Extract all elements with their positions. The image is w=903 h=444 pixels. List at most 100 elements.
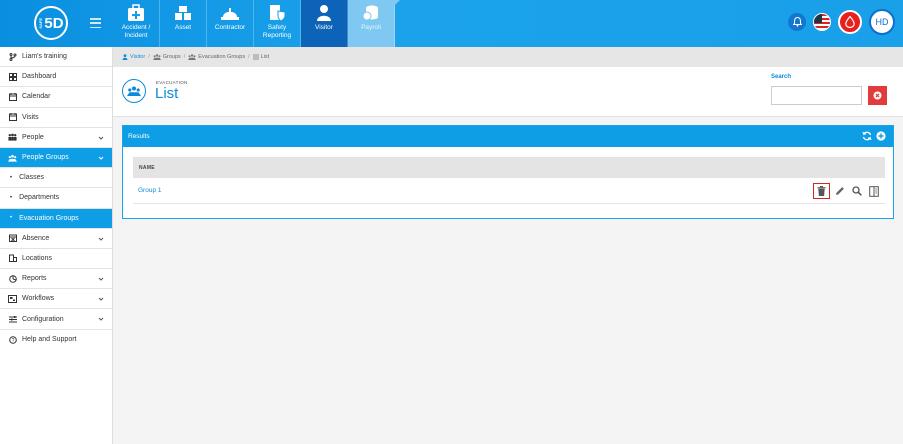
list-icon bbox=[252, 54, 259, 60]
chevron-down-icon bbox=[98, 156, 104, 160]
delete-button[interactable] bbox=[813, 183, 830, 199]
module-bar: Accident / Incident Asset Contractor Saf… bbox=[113, 0, 400, 47]
sidebar-item-label: Workflows bbox=[22, 295, 55, 303]
sidebar-item-label: Calendar bbox=[22, 93, 51, 101]
sliders-icon bbox=[8, 315, 17, 324]
drop-icon[interactable] bbox=[838, 10, 862, 34]
results-table: NAME Group 1 bbox=[133, 157, 885, 204]
close-circle-icon bbox=[873, 91, 882, 100]
coins-icon bbox=[362, 5, 378, 21]
column-header-name[interactable]: NAME bbox=[133, 157, 885, 178]
module-visitor[interactable]: Visitor bbox=[301, 0, 348, 47]
search-input[interactable] bbox=[771, 86, 862, 105]
module-label: Asset bbox=[174, 24, 192, 31]
sidebar-item-label: Configuration bbox=[22, 315, 64, 323]
app-logo[interactable]: SAFE 5D bbox=[34, 6, 68, 40]
sidebar-item-label: Liam's training bbox=[22, 53, 67, 61]
row-actions bbox=[813, 183, 881, 199]
people-group-icon bbox=[122, 79, 146, 103]
calendar-icon bbox=[8, 92, 17, 101]
group-link[interactable]: Group 1 bbox=[138, 187, 162, 194]
sidebar-item-people-groups[interactable]: People Groups bbox=[0, 147, 112, 169]
logo-small-text: SAFE bbox=[38, 17, 44, 29]
page-header: EVACUATION List Search bbox=[113, 67, 903, 117]
sidebar-item-absence[interactable]: Absence bbox=[0, 229, 112, 249]
calendar-x-icon bbox=[8, 234, 17, 243]
avatar[interactable]: HD bbox=[869, 9, 895, 35]
us-flag-icon[interactable] bbox=[813, 13, 831, 31]
menu-toggle-icon[interactable] bbox=[90, 18, 101, 28]
sidebar-item-visits[interactable]: Visits bbox=[0, 108, 112, 128]
edit-button[interactable] bbox=[833, 184, 847, 198]
module-label: Accident / Incident bbox=[121, 24, 151, 39]
breadcrumb-evacuation-groups[interactable]: Evacuation Groups bbox=[198, 54, 245, 60]
hard-hat-icon bbox=[221, 8, 239, 20]
sidebar-item-label: Visits bbox=[22, 113, 39, 121]
add-icon[interactable] bbox=[876, 131, 886, 141]
sidebar-item-help-and-support[interactable]: ? Help and Support bbox=[0, 330, 112, 350]
dashboard-icon bbox=[8, 72, 17, 81]
sidebar-item-liams-training[interactable]: Liam's training bbox=[0, 47, 112, 68]
sidebar-item-dashboard[interactable]: Dashboard bbox=[0, 67, 112, 88]
breadcrumb-separator: / bbox=[183, 54, 186, 60]
breadcrumb-list: List bbox=[260, 54, 270, 60]
first-aid-kit-icon bbox=[128, 4, 144, 21]
pencil-icon bbox=[836, 187, 844, 195]
sidebar-item-label: Classes bbox=[19, 174, 45, 182]
module-label: Payroll bbox=[361, 24, 381, 31]
sidebar-item-classes[interactable]: Classes bbox=[0, 168, 112, 189]
view-button[interactable] bbox=[850, 184, 864, 198]
table-row: Group 1 bbox=[133, 178, 885, 204]
module-label: Safety Reporting bbox=[262, 24, 292, 39]
people-group-icon bbox=[188, 54, 197, 60]
person-icon bbox=[317, 5, 331, 21]
people-icon bbox=[8, 133, 17, 142]
book-icon bbox=[869, 185, 879, 197]
search-label: Search bbox=[771, 74, 792, 80]
results-panel: Results NAME Group 1 bbox=[122, 125, 894, 219]
sidebar-item-label: Dashboard bbox=[22, 73, 57, 81]
details-button[interactable] bbox=[867, 184, 881, 198]
breadcrumb-groups[interactable]: Groups bbox=[163, 54, 181, 60]
people-group-icon bbox=[152, 54, 161, 60]
sidebar-item-departments[interactable]: Departments bbox=[0, 188, 112, 209]
svg-text:?: ? bbox=[11, 338, 14, 344]
top-right-tools: HD bbox=[788, 9, 895, 35]
module-safety-reporting[interactable]: Safety Reporting bbox=[254, 0, 301, 47]
sidebar-item-workflows[interactable]: Workflows bbox=[0, 289, 112, 310]
workflow-icon bbox=[8, 294, 17, 303]
chevron-down-icon bbox=[98, 297, 104, 301]
module-asset[interactable]: Asset bbox=[160, 0, 207, 47]
building-icon bbox=[8, 254, 17, 263]
sidebar-item-configuration[interactable]: Configuration bbox=[0, 309, 112, 330]
sidebar-item-label: Evacuation Groups bbox=[19, 214, 79, 222]
page-title: List bbox=[155, 85, 179, 102]
breadcrumb-separator: / bbox=[148, 54, 150, 60]
refresh-icon[interactable] bbox=[862, 131, 872, 141]
breadcrumb-visitor[interactable]: Visitor bbox=[130, 54, 145, 60]
module-label: Contractor bbox=[214, 24, 246, 31]
logo-area: SAFE 5D bbox=[0, 0, 113, 47]
people-group-icon bbox=[8, 153, 17, 162]
logo-text: 5D bbox=[44, 14, 64, 32]
boxes-icon bbox=[175, 6, 191, 20]
search-icon bbox=[852, 186, 862, 196]
sidebar-item-label: People Groups bbox=[22, 154, 69, 162]
sidebar-item-label: Locations bbox=[22, 254, 52, 262]
sidebar-item-calendar[interactable]: Calendar bbox=[0, 87, 112, 108]
module-accident-incident[interactable]: Accident / Incident bbox=[113, 0, 160, 47]
sidebar-item-label: Absence bbox=[22, 234, 50, 242]
module-contractor[interactable]: Contractor bbox=[207, 0, 254, 47]
person-icon bbox=[122, 54, 128, 60]
sidebar-item-reports[interactable]: Reports bbox=[0, 269, 112, 290]
module-payroll[interactable]: Payroll bbox=[348, 0, 400, 47]
sidebar-item-people[interactable]: People bbox=[0, 128, 112, 148]
breadcrumb-separator: / bbox=[248, 54, 250, 60]
sidebar-item-locations[interactable]: Locations bbox=[0, 249, 112, 270]
panel-tools bbox=[862, 131, 886, 141]
sidebar-item-label: Reports bbox=[22, 275, 47, 283]
bell-icon[interactable] bbox=[788, 13, 806, 31]
clear-search-button[interactable] bbox=[868, 86, 887, 105]
calendar-icon bbox=[8, 113, 17, 122]
sidebar-item-evacuation-groups[interactable]: Evacuation Groups bbox=[0, 208, 112, 229]
